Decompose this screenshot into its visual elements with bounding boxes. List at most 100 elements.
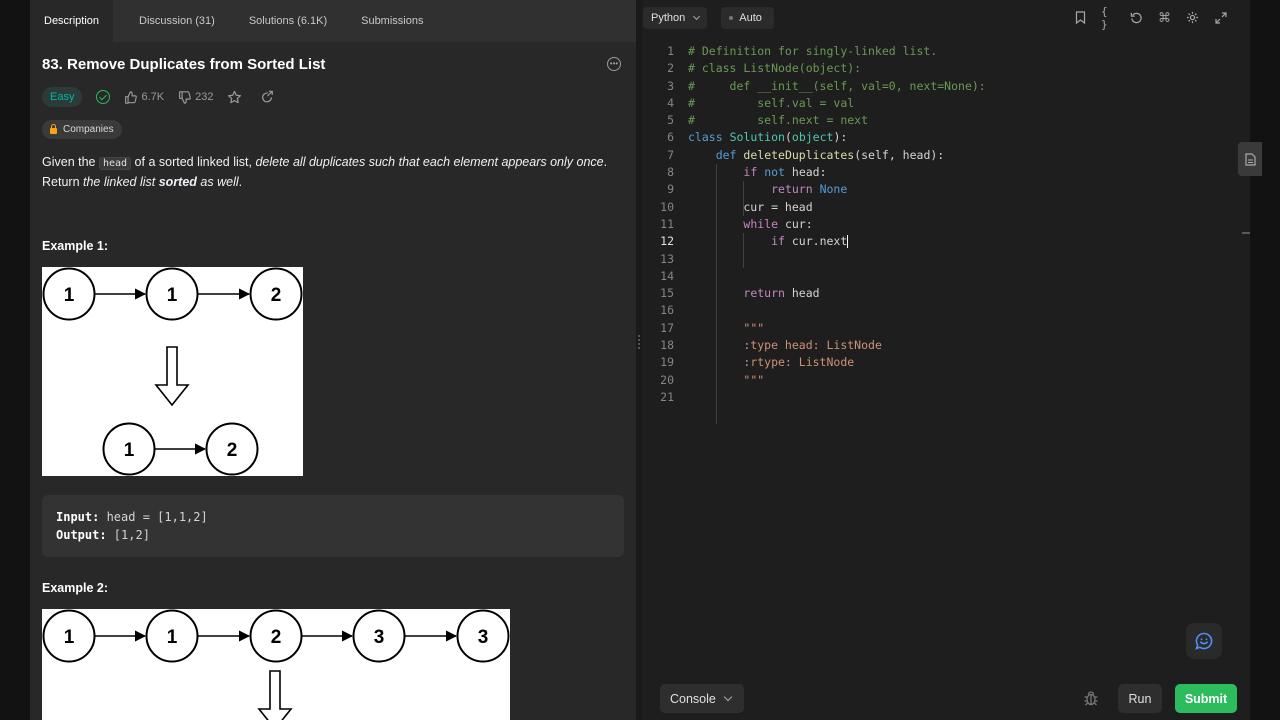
problem-description: Given the head of a sorted linked list, … xyxy=(42,153,624,191)
code-line: 4 # self.val = val xyxy=(642,95,1242,112)
solved-check-icon xyxy=(96,90,111,104)
format-braces-icon[interactable]: { } xyxy=(1101,5,1116,31)
example-2-diagram: 1 1 2 3 3 xyxy=(42,609,510,720)
chevron-down-icon xyxy=(693,12,701,21)
editor-toolbar: Python Auto { } ⌘ xyxy=(642,0,1250,36)
tab-solutions[interactable]: Solutions (6.1K) xyxy=(237,0,339,42)
tab-submissions[interactable]: Submissions xyxy=(349,0,435,42)
example-1-top-row: 1 1 2 xyxy=(42,267,303,321)
problem-content: 83. Remove Duplicates from Sorted List •… xyxy=(30,54,636,720)
favorite-button[interactable] xyxy=(227,90,246,105)
node-value: 3 xyxy=(374,627,385,648)
line-number: 14 xyxy=(660,268,674,283)
node-value: 2 xyxy=(271,627,282,648)
feedback-button[interactable] xyxy=(1186,623,1222,659)
language-label: Python xyxy=(651,12,686,24)
share-button[interactable] xyxy=(260,90,278,104)
scrollbar-marker xyxy=(1242,232,1250,234)
line-number: 16 xyxy=(660,303,674,318)
code-line: 19 :rtype: ListNode xyxy=(642,354,1242,371)
desc-text: Given the xyxy=(42,155,99,169)
code-line: 20 """ xyxy=(642,372,1242,389)
line-number: 13 xyxy=(660,251,674,266)
code-line: 15 return head xyxy=(642,285,1242,302)
language-select[interactable]: Python xyxy=(643,7,708,29)
line-number: 4 xyxy=(667,95,674,110)
mode-label: Auto xyxy=(739,12,762,24)
code-line: 16 xyxy=(642,302,1242,319)
companies-tag[interactable]: Companies xyxy=(42,120,122,139)
code-line: 6 class Solution(object): xyxy=(642,129,1242,146)
run-button[interactable]: Run xyxy=(1118,684,1162,713)
example-1-io: Input: head = [1,1,2] Output: [1,2] xyxy=(42,495,624,557)
node-value: 1 xyxy=(64,627,75,648)
code-editor[interactable]: 1 # Definition for singly-linked list. 2 #… xyxy=(642,43,1242,424)
letterbox-left xyxy=(0,0,30,720)
problem-tabs: Description Discussion (31) Solutions (6… xyxy=(30,0,636,42)
dislike-count: 232 xyxy=(195,91,214,103)
node-value: 1 xyxy=(64,285,75,306)
reset-icon[interactable] xyxy=(1129,10,1144,25)
tab-discussion[interactable]: Discussion (31) xyxy=(127,0,227,42)
line-number: 18 xyxy=(660,338,674,353)
node-value: 2 xyxy=(271,285,282,306)
mode-select[interactable]: Auto xyxy=(721,7,774,29)
star-icon xyxy=(228,90,242,103)
editor-panel: Python Auto { } ⌘ 1 # Definition for sing… xyxy=(642,0,1262,720)
tab-description[interactable]: Description xyxy=(30,0,114,42)
companies-label: Companies xyxy=(63,124,114,135)
desc-italic: as well xyxy=(196,175,239,189)
line-number: 12 xyxy=(660,234,674,249)
console-button[interactable]: Console xyxy=(660,684,744,713)
example-1-input: Input: head = [1,1,2] xyxy=(56,508,610,526)
status-dot-icon xyxy=(729,16,734,20)
code-line: 2 # class ListNode(object): xyxy=(642,60,1242,77)
notes-tab[interactable] xyxy=(1238,142,1262,176)
code-line-current: 12 if cur.next xyxy=(642,233,1242,250)
editor-bottom-bar: Console Run Submit xyxy=(642,684,1250,720)
line-number: 2 xyxy=(667,61,674,76)
output-value: [1,2] xyxy=(106,528,150,542)
like-button[interactable]: 6.7K xyxy=(124,90,164,104)
line-number: 17 xyxy=(660,320,674,335)
text-caret xyxy=(847,235,849,249)
code-line: 18 :type head: ListNode xyxy=(642,337,1242,354)
lock-icon xyxy=(50,124,57,134)
code-line: 17 """ xyxy=(642,320,1242,337)
desc-italic: delete all duplicates such that each ele… xyxy=(255,155,604,169)
code-line: 5 # self.next = next xyxy=(642,112,1242,129)
inline-code-head: head xyxy=(98,157,132,170)
debug-bug-icon[interactable] xyxy=(1082,689,1100,707)
line-number: 8 xyxy=(667,165,674,180)
fullscreen-icon[interactable] xyxy=(1213,10,1228,25)
editor-tool-icons: { } ⌘ xyxy=(1073,5,1228,31)
node-value: 1 xyxy=(167,285,178,306)
desc-bold-italic: sorted xyxy=(158,175,197,189)
input-value: head = [1,1,2] xyxy=(99,510,208,524)
more-options-icon[interactable]: ••• xyxy=(607,57,621,71)
chat-smile-icon xyxy=(1195,632,1213,650)
splitter-handle[interactable] xyxy=(638,335,640,349)
code-line: 8 if not head: xyxy=(642,164,1242,181)
example-2-heading: Example 2: xyxy=(42,581,109,595)
code-line: 7 def deleteDuplicates(self, head): xyxy=(642,147,1242,164)
problem-title: 83. Remove Duplicates from Sorted List xyxy=(42,55,326,73)
bookmark-icon[interactable] xyxy=(1073,10,1088,25)
line-number: 20 xyxy=(660,372,674,387)
line-number: 6 xyxy=(667,130,674,145)
title-row: 83. Remove Duplicates from Sorted List •… xyxy=(42,54,624,74)
code-line: 3 # def __init__(self, val=0, next=None): xyxy=(642,78,1242,95)
desc-text: . xyxy=(238,175,243,189)
letterbox-right xyxy=(1250,0,1280,720)
thumbs-up-icon xyxy=(125,90,138,104)
gear-icon[interactable] xyxy=(1185,10,1200,25)
example-1-diagram: 1 1 2 1 2 xyxy=(42,267,303,476)
submit-button[interactable]: Submit xyxy=(1175,684,1237,713)
dislike-button[interactable]: 232 xyxy=(178,90,214,104)
shortcuts-icon[interactable]: ⌘ xyxy=(1157,10,1172,25)
input-label: Input: xyxy=(56,510,100,524)
document-icon xyxy=(1244,152,1256,166)
example-1-output: Output: [1,2] xyxy=(56,526,610,544)
desc-italic: the linked list xyxy=(83,175,159,189)
line-number: 15 xyxy=(660,286,674,301)
